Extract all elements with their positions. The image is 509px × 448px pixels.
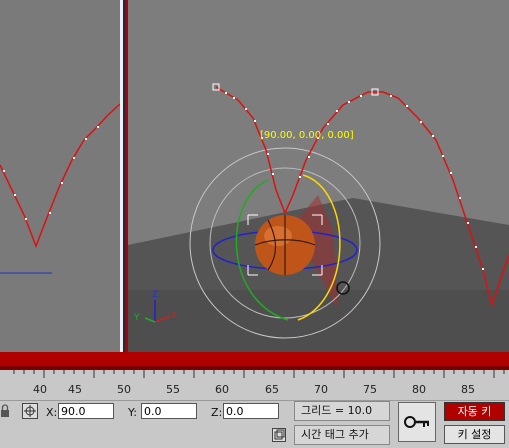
tick-label: 50 [117,383,131,396]
y-label: Y: [128,406,137,419]
transform-readout: [90.00, 0.00, 0.00] [260,130,354,141]
x-label: X: [46,406,58,419]
tick-label: 75 [363,383,377,396]
svg-text:X: X [171,311,177,321]
tick-label: 60 [215,383,229,396]
time-tag-toggle-icon[interactable] [272,428,286,442]
ground-plane-shade [128,290,509,352]
tick-label: 80 [412,383,426,396]
time-slider[interactable] [0,352,509,366]
tick-label: 55 [166,383,180,396]
z-label: Z: [211,406,223,419]
x-coordinate-field[interactable]: 90.0 [58,403,114,419]
tick-label: 65 [265,383,279,396]
add-time-tag[interactable]: 시간 태그 추가 [294,425,390,445]
track-bar-ruler [13,370,505,378]
tick-label: 85 [461,383,475,396]
left-viewport[interactable] [0,0,121,352]
absolute-mode-icon[interactable] [22,403,38,419]
auto-key-button[interactable]: 자동 키 [444,402,505,421]
grid-size-display: 그리드 = 10.0 [294,401,390,421]
tick-label: 70 [314,383,328,396]
svg-text:Z: Z [152,290,158,300]
trajectory-left [0,103,121,249]
z-coordinate-field[interactable]: 0.0 [223,403,279,419]
lock-icon[interactable] [0,404,10,418]
svg-text:Y: Y [133,313,140,323]
left-viewport-canvas [0,103,121,274]
key-icon [404,416,429,428]
basketball-highlight [264,226,292,246]
perspective-canvas: [90.00, 0.00, 0.00] Z X Y [128,83,509,352]
tick-label: 45 [68,383,82,396]
set-key-button[interactable]: 키 설정 [444,425,505,444]
tick-label: 40 [33,383,47,396]
y-coordinate-field[interactable]: 0.0 [141,403,197,419]
perspective-viewport[interactable]: [90.00, 0.00, 0.00] Z X Y [128,0,509,352]
key-mode-button[interactable] [398,402,436,442]
